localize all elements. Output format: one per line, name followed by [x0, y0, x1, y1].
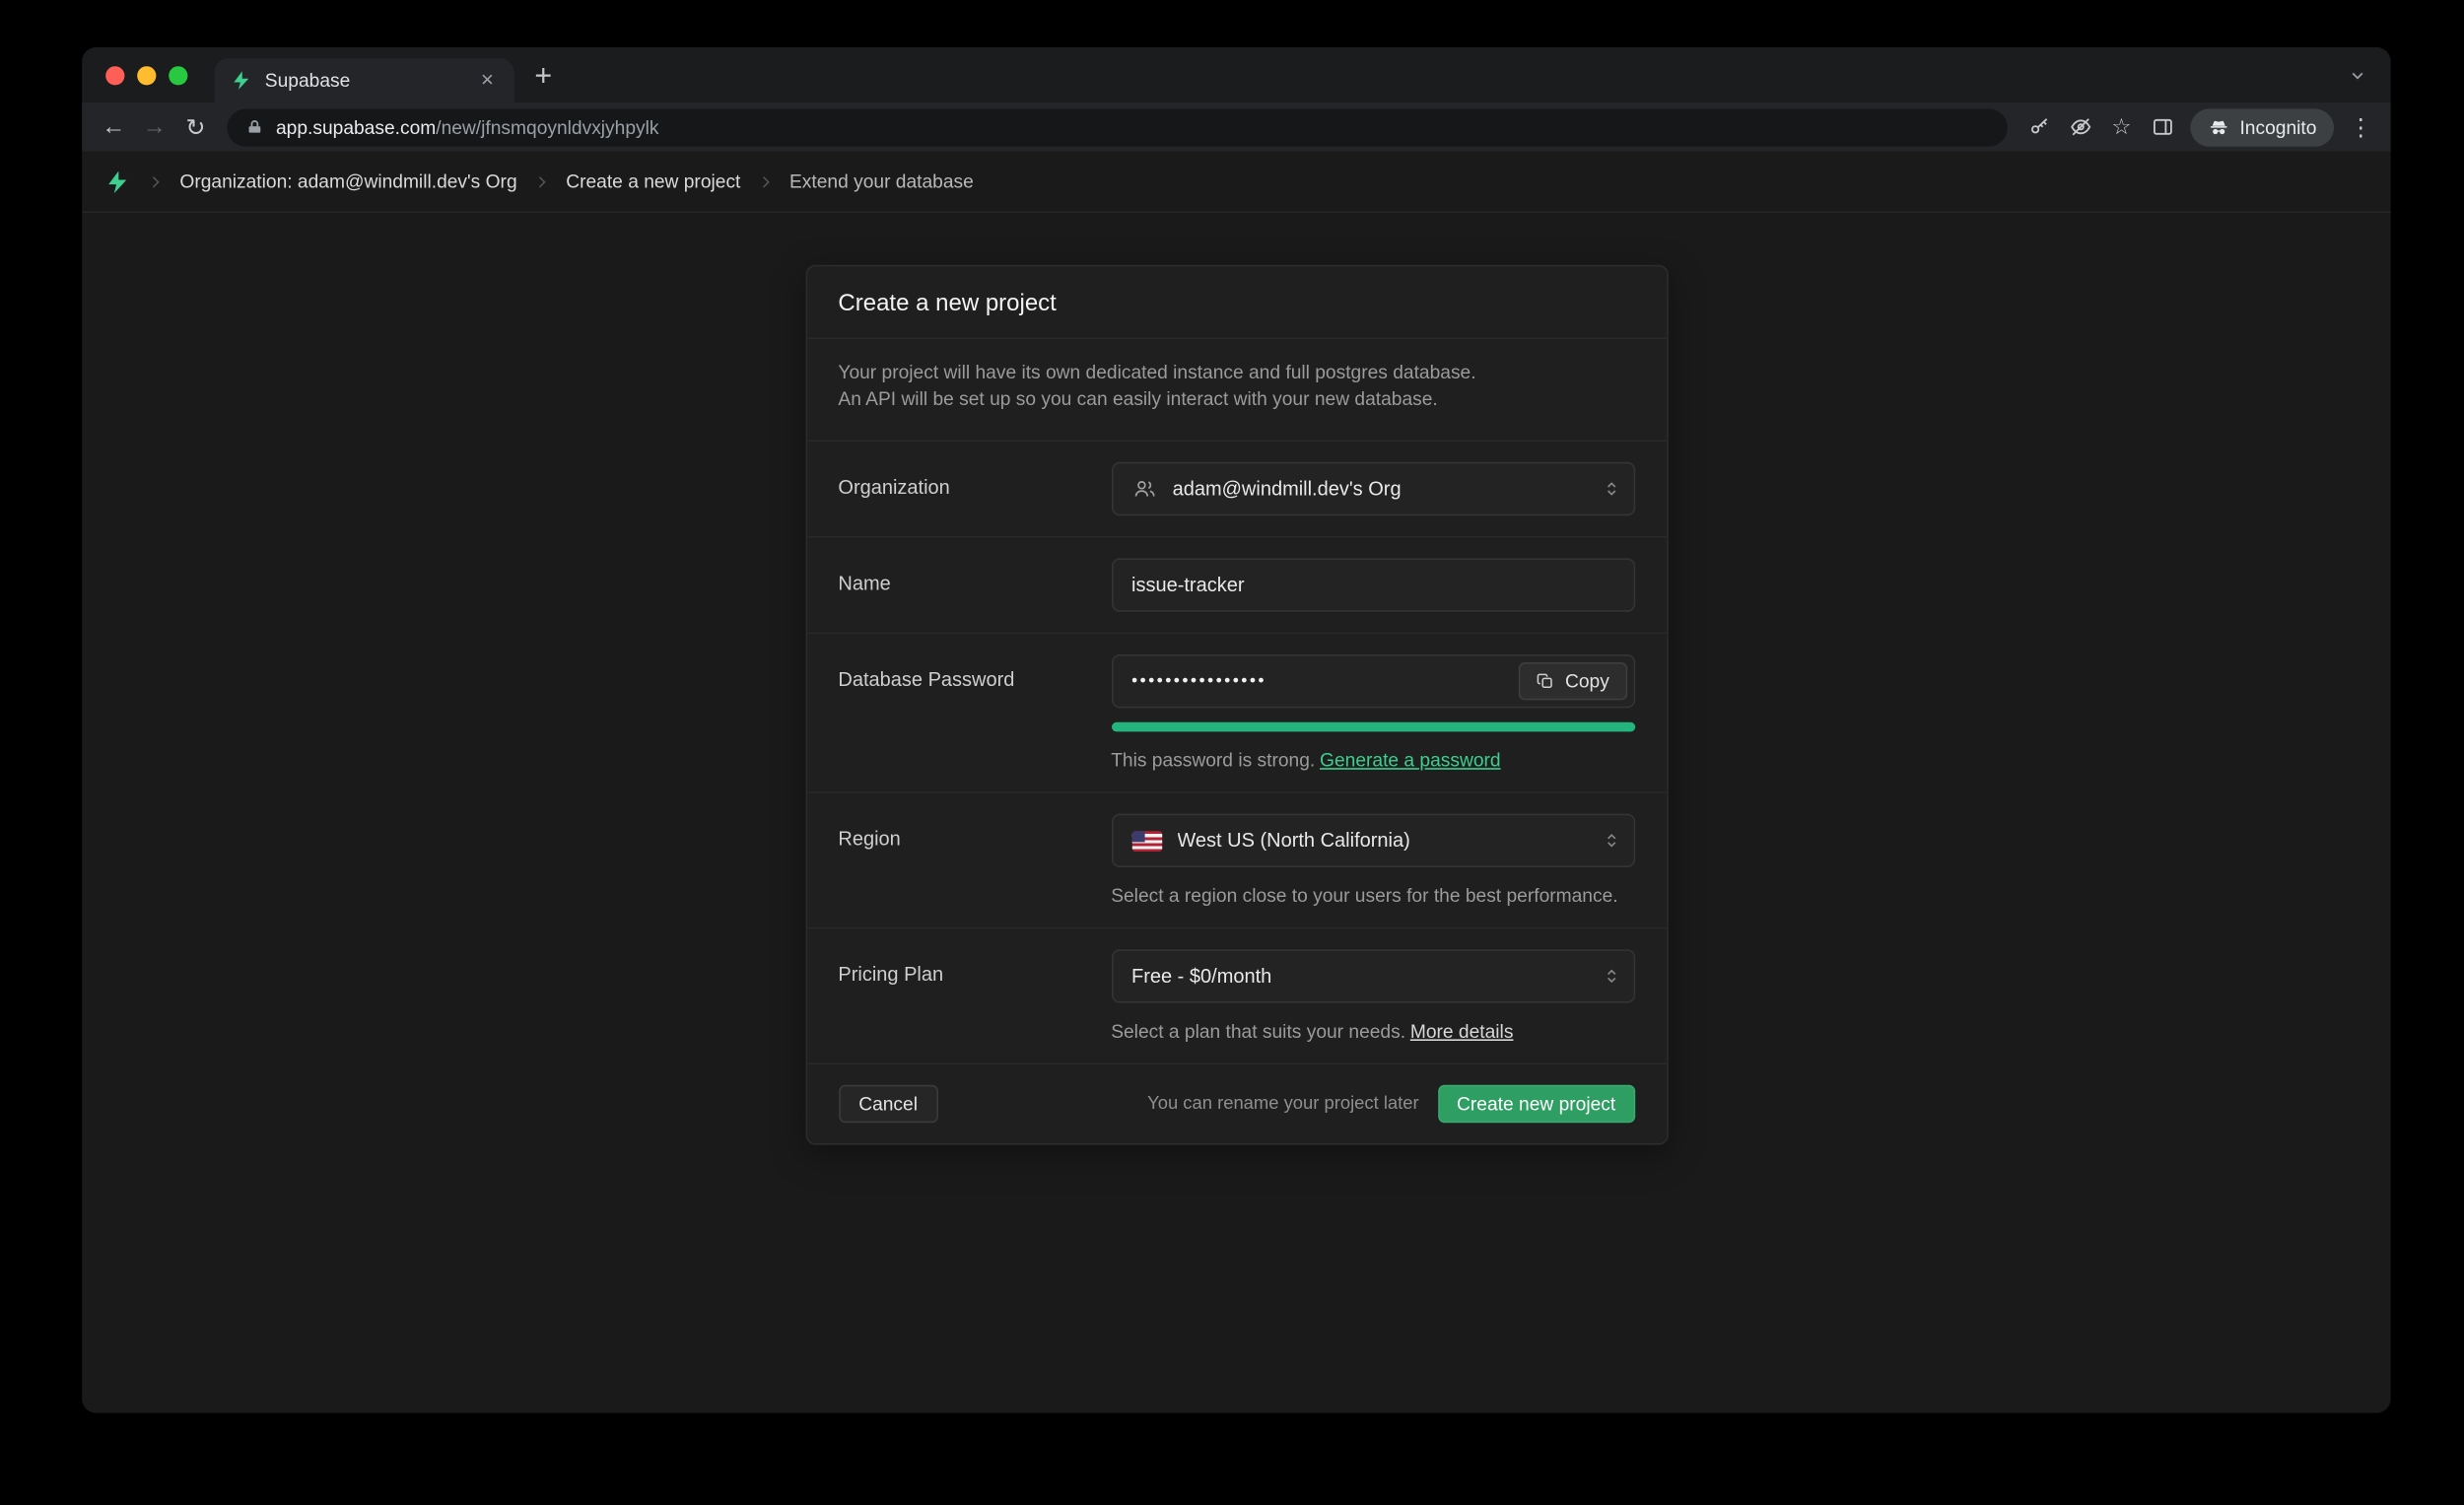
select-chevrons-icon	[1602, 967, 1620, 986]
us-flag-icon	[1131, 830, 1161, 851]
tab-strip: Supabase × +	[82, 47, 2390, 103]
organization-row: Organization adam@windmill.dev's Org	[806, 440, 1666, 536]
browser-toolbar: ← → ↻ app.supabase.com/new/jfnsmqoynldvx…	[82, 103, 2390, 152]
pricing-helper-text: Select a plan that suits your needs.More…	[1111, 1020, 1634, 1042]
forward-button[interactable]: →	[134, 106, 175, 148]
bookmark-star-icon[interactable]: ☆	[2101, 106, 2143, 148]
page-title: Create a new project	[838, 290, 1634, 316]
more-details-link[interactable]: More details	[1410, 1020, 1514, 1042]
tab-close-icon[interactable]: ×	[475, 68, 501, 94]
create-new-project-button[interactable]: Create new project	[1438, 1085, 1635, 1123]
window-controls	[82, 65, 205, 84]
pricing-value: Free - $0/month	[1131, 965, 1271, 987]
address-bar[interactable]: app.supabase.com/new/jfnsmqoynldvxjyhpyl…	[227, 108, 2008, 146]
name-label: Name	[838, 558, 1111, 611]
password-label: Database Password	[838, 654, 1111, 771]
new-tab-button[interactable]: +	[534, 60, 552, 95]
lock-icon	[246, 118, 264, 136]
password-strength-bar	[1111, 722, 1634, 732]
copy-label: Copy	[1565, 670, 1609, 692]
zoom-window-button[interactable]	[169, 65, 187, 84]
password-row: Database Password	[806, 633, 1666, 792]
incognito-badge: Incognito	[2191, 108, 2334, 146]
select-chevrons-icon	[1602, 479, 1620, 498]
project-name-input[interactable]	[1111, 558, 1634, 611]
copy-password-button[interactable]: Copy	[1520, 662, 1627, 700]
supabase-page: Organization: adam@windmill.dev's Org Cr…	[82, 152, 2390, 1413]
incognito-icon	[2208, 116, 2229, 138]
card-header: Create a new project	[806, 266, 1666, 337]
breadcrumb-extend-database: Extend your database	[789, 171, 974, 192]
chevron-right-icon	[756, 172, 774, 190]
generate-password-link[interactable]: Generate a password	[1320, 749, 1501, 771]
password-key-icon[interactable]	[2019, 106, 2060, 148]
organization-value: adam@windmill.dev's Org	[1173, 478, 1402, 500]
create-project-card: Create a new project Your project will h…	[805, 265, 1668, 1145]
browser-window: Supabase × + ← → ↻ app.supabase.com/new/…	[82, 47, 2390, 1413]
url-path: /new/jfnsmqoynldvxjyhpylk	[436, 116, 658, 138]
chevron-right-icon	[533, 172, 551, 190]
rename-note: You can rename your project later	[1147, 1094, 1419, 1113]
pricing-label: Pricing Plan	[838, 949, 1111, 1042]
minimize-window-button[interactable]	[137, 65, 156, 84]
reload-button[interactable]: ↻	[175, 106, 217, 148]
copy-icon	[1537, 672, 1555, 691]
description-line-1: Your project will have its own dedicated…	[838, 360, 1634, 386]
select-chevrons-icon	[1602, 831, 1620, 850]
name-row: Name	[806, 536, 1666, 633]
organization-label: Organization	[838, 462, 1111, 515]
description-line-2: An API will be set up so you can easily …	[838, 386, 1634, 413]
incognito-label: Incognito	[2239, 116, 2316, 138]
users-icon	[1131, 476, 1157, 502]
browser-tab[interactable]: Supabase ×	[215, 58, 514, 103]
region-value: West US (North California)	[1177, 830, 1409, 852]
cancel-button[interactable]: Cancel	[838, 1085, 937, 1123]
supabase-logo-icon[interactable]	[104, 168, 131, 194]
chevron-right-icon	[147, 172, 165, 190]
screen: Supabase × + ← → ↻ app.supabase.com/new/…	[0, 0, 2464, 1505]
region-row: Region West US (North California) Select…	[806, 791, 1666, 927]
back-button[interactable]: ←	[93, 106, 134, 148]
card-description: Your project will have its own dedicated…	[806, 337, 1666, 440]
breadcrumb-organization[interactable]: Organization: adam@windmill.dev's Org	[179, 171, 516, 192]
pricing-row: Pricing Plan Free - $0/month Select a pl…	[806, 927, 1666, 1063]
tab-title: Supabase	[265, 69, 462, 91]
password-strength-text: This password is strong.Generate a passw…	[1111, 749, 1634, 771]
card-footer: Cancel You can rename your project later…	[806, 1062, 1666, 1143]
url-text: app.supabase.com/new/jfnsmqoynldvxjyhpyl…	[276, 116, 659, 138]
organization-select[interactable]: adam@windmill.dev's Org	[1111, 462, 1634, 515]
region-label: Region	[838, 814, 1111, 907]
breadcrumb: Organization: adam@windmill.dev's Org Cr…	[82, 152, 2390, 213]
supabase-favicon-icon	[229, 69, 252, 93]
close-window-button[interactable]	[105, 65, 124, 84]
url-domain: app.supabase.com	[276, 116, 436, 138]
region-select[interactable]: West US (North California)	[1111, 814, 1634, 867]
eye-off-icon[interactable]	[2060, 106, 2101, 148]
browser-menu-icon[interactable]: ⋮	[2342, 106, 2379, 148]
breadcrumb-create-project[interactable]: Create a new project	[566, 171, 740, 192]
pricing-select[interactable]: Free - $0/month	[1111, 949, 1634, 1002]
tab-list-chevron-icon[interactable]	[2348, 65, 2366, 84]
side-panel-icon[interactable]	[2142, 106, 2183, 148]
region-helper-text: Select a region close to your users for …	[1111, 885, 1634, 907]
